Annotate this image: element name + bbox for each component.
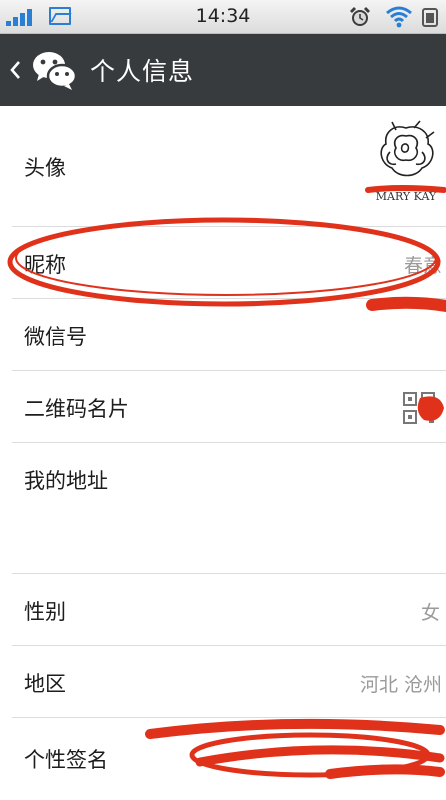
status-bar: 14:34	[0, 0, 446, 34]
avatar[interactable]: MARY KAY	[366, 118, 446, 204]
nickname-label: 昵称	[24, 253, 66, 277]
avatar-row[interactable]: 头像 MARY KAY	[0, 106, 446, 226]
wechat-id-row[interactable]: 微信号	[0, 299, 446, 370]
address-row[interactable]: 我的地址	[0, 443, 446, 515]
avatar-caption: MARY KAY	[376, 190, 437, 203]
page-title: 个人信息	[90, 57, 195, 86]
avatar-label: 头像	[24, 156, 66, 180]
wechat-id-label: 微信号	[24, 325, 87, 349]
gender-row[interactable]: 性别 女	[0, 574, 446, 645]
status-time: 14:34	[195, 5, 251, 27]
battery-icon	[422, 8, 438, 27]
region-value: 河北 沧州	[359, 674, 442, 696]
nickname-row[interactable]: 昵称 春意	[0, 227, 446, 298]
address-label: 我的地址	[24, 469, 108, 493]
gender-value: 女	[420, 602, 440, 624]
section-gap	[0, 515, 446, 573]
wifi-icon	[386, 6, 412, 28]
signature-label: 个性签名	[24, 748, 108, 772]
qr-code-icon	[403, 392, 435, 424]
title-bar: 个人信息	[0, 34, 446, 106]
watermark: jingyan.baidu.com	[340, 781, 442, 794]
region-row[interactable]: 地区 河北 沧州	[0, 646, 446, 717]
qr-card-label: 二维码名片	[24, 397, 129, 421]
region-label: 地区	[24, 672, 66, 696]
qr-card-row[interactable]: 二维码名片	[0, 371, 446, 442]
alarm-icon	[350, 7, 370, 26]
wechat-logo-icon[interactable]	[30, 48, 78, 92]
back-chevron-icon[interactable]	[8, 56, 22, 84]
nickname-value: 春意	[403, 255, 442, 277]
gender-label: 性别	[24, 600, 66, 624]
